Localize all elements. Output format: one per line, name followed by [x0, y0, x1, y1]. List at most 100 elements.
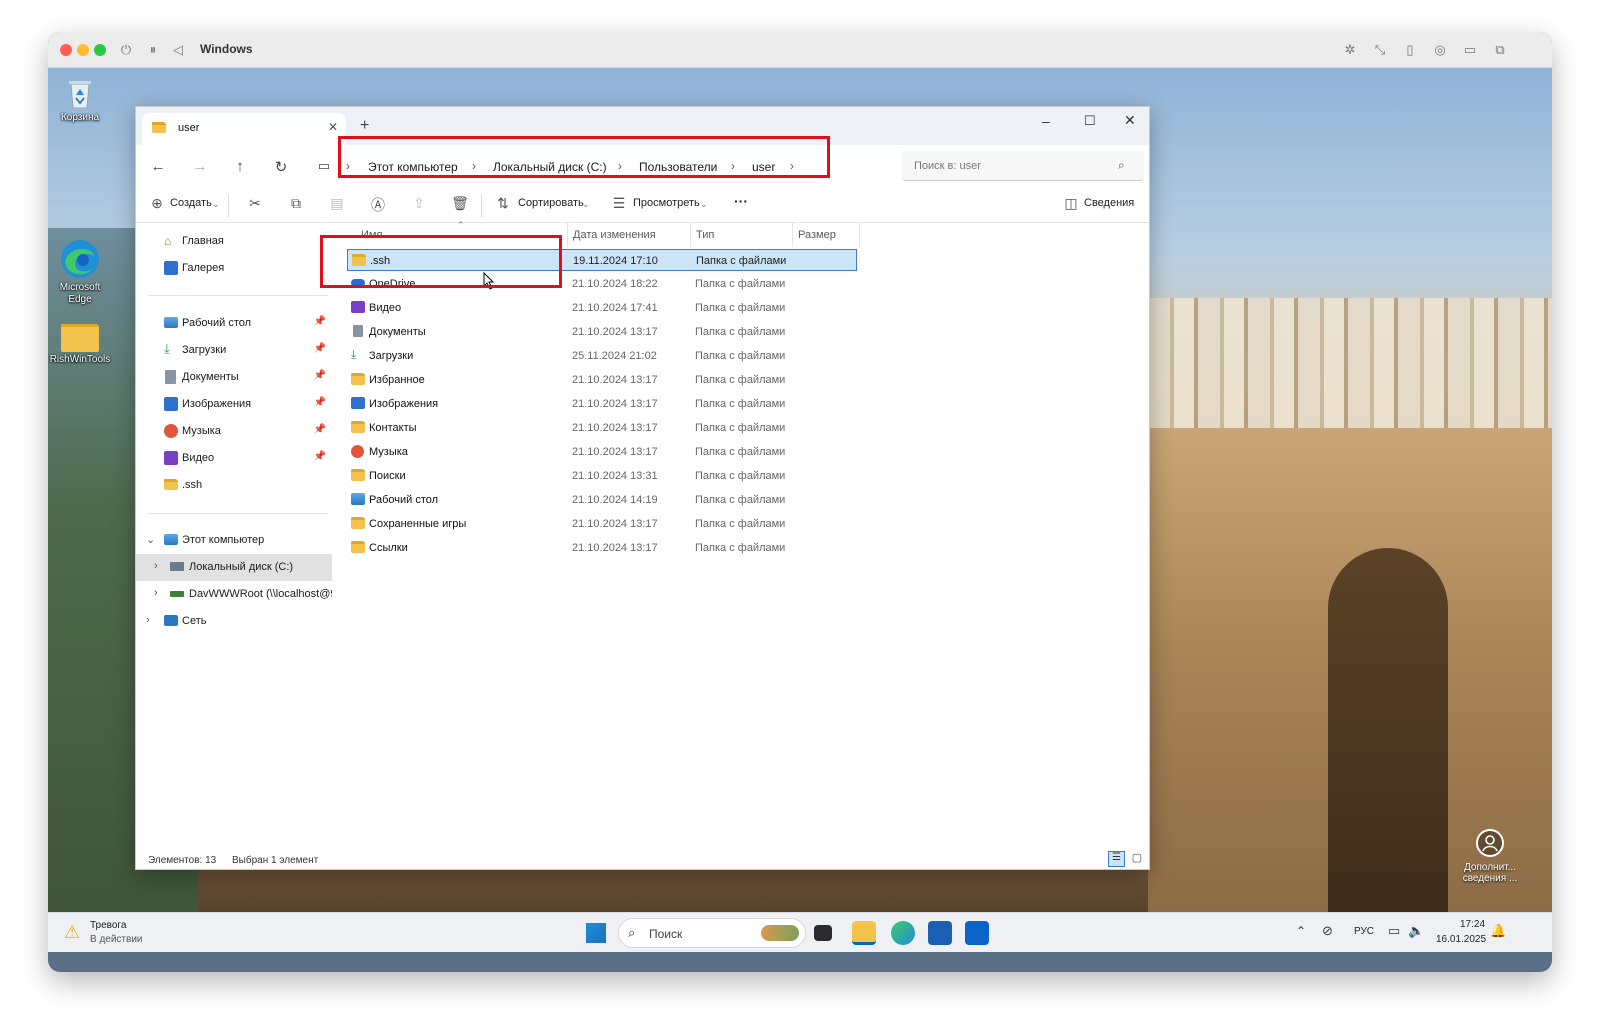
file-row[interactable]: Сохраненные игры 21.10.2024 13:17 Папка … — [347, 513, 857, 535]
pin-icon[interactable]: 📌 — [314, 451, 326, 462]
desktop-icon-rishwintools[interactable]: RishWinTools — [48, 324, 112, 366]
file-row[interactable]: OneDrive 21.10.2024 18:22 Папка с файлам… — [347, 273, 857, 295]
brightness-icon[interactable]: ✲ — [1342, 42, 1358, 58]
sidebar-item-video[interactable]: Видео 📌 — [136, 445, 332, 471]
create-button[interactable]: Создать — [170, 197, 212, 209]
windows-stack-icon[interactable]: ⧉ — [1492, 42, 1508, 58]
sort-button[interactable]: Сортировать — [518, 197, 584, 209]
network-off-icon[interactable]: ⊘ — [1322, 923, 1333, 939]
chevron-down-icon[interactable]: ⌄ — [146, 533, 155, 546]
file-row[interactable]: Изображения 21.10.2024 13:17 Папка с фай… — [347, 393, 857, 415]
delete-icon[interactable]: 🗑 — [451, 195, 469, 212]
shared-folder-icon[interactable]: ▭ — [1462, 42, 1478, 58]
sidebar-item-home[interactable]: ⌂ Главная — [136, 228, 332, 254]
tab-close-icon[interactable]: ✕ — [328, 120, 338, 134]
language-indicator[interactable]: РУС — [1354, 926, 1374, 937]
file-row[interactable]: Ссылки 21.10.2024 13:17 Папка с файлами — [347, 537, 857, 559]
clock-time[interactable]: 17:24 — [1460, 919, 1485, 930]
file-row[interactable]: .ssh 19.11.2024 17:10 Папка с файлами — [347, 249, 857, 271]
copy-icon[interactable]: ⧉ — [287, 195, 305, 212]
outlook-icon[interactable] — [965, 921, 989, 945]
column-header-date[interactable]: Дата изменения — [573, 229, 656, 241]
more-button[interactable]: ··· — [734, 193, 748, 209]
file-row[interactable]: Документы 21.10.2024 13:17 Папка с файла… — [347, 321, 857, 343]
tab-user[interactable]: user ✕ — [142, 113, 346, 145]
usb-icon[interactable]: ▯ — [1402, 42, 1418, 58]
paste-icon[interactable]: ▤ — [328, 195, 346, 212]
close-button[interactable]: ✕ — [1124, 112, 1136, 129]
pin-icon[interactable]: 📌 — [314, 343, 326, 354]
back-icon[interactable]: ◁ — [170, 42, 186, 58]
close-dot[interactable] — [60, 44, 72, 56]
volume-icon[interactable]: 🔈 — [1408, 923, 1424, 939]
refresh-icon[interactable]: ↻ — [271, 158, 291, 176]
pin-icon[interactable]: 📌 — [314, 397, 326, 408]
resize-icon[interactable]: ⤡ — [1372, 42, 1388, 58]
desktop-icon-edge[interactable]: Microsoft Edge — [48, 238, 112, 306]
back-arrow-icon[interactable]: ← — [148, 158, 168, 175]
taskbar-search[interactable]: ⌕ Поиск — [618, 918, 806, 948]
breadcrumb-item[interactable]: Пользователи — [639, 160, 717, 174]
column-header-size[interactable]: Размер — [798, 229, 836, 241]
sidebar-item-davwwwroot[interactable]: › DavWWWRoot (\\localhost@98 — [136, 581, 332, 607]
edge-icon[interactable] — [891, 921, 915, 945]
task-view-icon[interactable] — [814, 925, 832, 941]
sidebar-item-documents[interactable]: Документы 📌 — [136, 364, 332, 390]
start-windows-icon[interactable] — [586, 923, 606, 943]
file-row[interactable]: Избранное 21.10.2024 13:17 Папка с файла… — [347, 369, 857, 391]
share-icon[interactable]: ⇪ — [410, 195, 428, 212]
breadcrumb-separator[interactable]: › — [346, 159, 350, 173]
column-header-type[interactable]: Тип — [696, 229, 714, 241]
store-icon[interactable] — [928, 921, 952, 945]
column-separator[interactable] — [690, 223, 691, 247]
sidebar-item-ssh[interactable]: .ssh — [136, 472, 332, 498]
sidebar-item-local-disk[interactable]: › Локальный диск (C:) — [136, 554, 332, 581]
desktop-icon-recycle-bin[interactable]: Корзина — [48, 76, 112, 124]
pin-icon[interactable]: 📌 — [314, 424, 326, 435]
power-icon[interactable]: ⏻ — [118, 42, 134, 58]
file-row[interactable]: ⤓ Загрузки 25.11.2024 21:02 Папка с файл… — [347, 345, 857, 367]
breadcrumb-separator[interactable]: › — [731, 159, 735, 173]
minimize-dot[interactable] — [77, 44, 89, 56]
maximize-button[interactable]: ☐ — [1084, 113, 1096, 129]
minimize-button[interactable]: – — [1042, 113, 1050, 129]
forward-arrow-icon[interactable]: → — [190, 158, 210, 175]
sidebar-item-desktop[interactable]: Рабочий стол 📌 — [136, 310, 332, 336]
display-icon[interactable]: ▭ — [1388, 923, 1400, 939]
file-row[interactable]: Поиски 21.10.2024 13:31 Папка с файлами — [347, 465, 857, 487]
clock-date[interactable]: 16.01.2025 — [1436, 934, 1486, 945]
warning-icon[interactable]: ⚠ — [64, 922, 80, 943]
pin-icon[interactable]: 📌 — [314, 370, 326, 381]
notification-bell-icon[interactable]: 🔔 — [1490, 923, 1506, 939]
breadcrumb-separator[interactable]: › — [618, 159, 622, 173]
chevron-right-icon[interactable]: › — [154, 560, 158, 572]
file-row[interactable]: Контакты 21.10.2024 13:17 Папка с файлам… — [347, 417, 857, 439]
breadcrumb-separator[interactable]: › — [790, 159, 794, 173]
file-row[interactable]: Видео 21.10.2024 17:41 Папка с файлами — [347, 297, 857, 319]
camera-icon[interactable]: ◎ — [1432, 42, 1448, 58]
file-explorer-icon[interactable] — [852, 921, 876, 945]
chevron-right-icon[interactable]: › — [146, 614, 150, 626]
sidebar-item-gallery[interactable]: Галерея — [136, 255, 332, 281]
details-button[interactable]: Сведения — [1084, 197, 1134, 209]
sidebar-item-this-pc[interactable]: ⌄ Этот компьютер — [136, 527, 332, 553]
rename-icon[interactable]: Ⓐ — [369, 195, 387, 215]
extra-info-widget[interactable]: Дополнит... сведения ... — [1448, 828, 1532, 884]
up-arrow-icon[interactable]: ↑ — [230, 158, 250, 175]
view-button[interactable]: Просмотреть — [633, 197, 700, 209]
breadcrumb-item[interactable]: user — [752, 160, 775, 174]
column-separator[interactable] — [567, 223, 568, 247]
column-header-name[interactable]: Имя — [361, 229, 382, 241]
breadcrumb-item[interactable]: Локальный диск (C:) — [493, 160, 607, 174]
details-view-icon[interactable]: ☰ — [1108, 851, 1125, 867]
zoom-dot[interactable] — [94, 44, 106, 56]
file-row[interactable]: Музыка 21.10.2024 13:17 Папка с файлами — [347, 441, 857, 463]
search-input[interactable]: Поиск в: user ⌕ — [902, 151, 1144, 181]
new-tab-button[interactable]: + — [360, 117, 369, 135]
sidebar-item-network[interactable]: › Сеть — [136, 608, 332, 634]
pin-icon[interactable]: 📌 — [314, 316, 326, 327]
column-separator[interactable] — [859, 223, 860, 247]
pause-icon[interactable]: ⏸ — [145, 42, 161, 58]
breadcrumb-item[interactable]: Этот компьютер — [368, 160, 458, 174]
chevron-right-icon[interactable]: › — [154, 587, 158, 599]
